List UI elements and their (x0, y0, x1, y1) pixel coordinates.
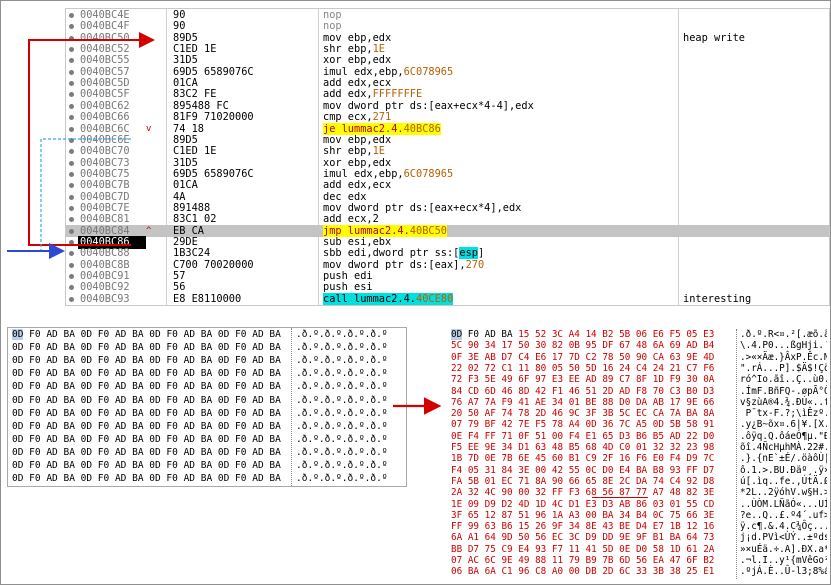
breakpoint-dot-icon[interactable] (69, 47, 74, 53)
dump-ascii: .ð.º.ð.º.ð.º.ð.º (296, 394, 388, 406)
instruction-text: call lummac2.4.40CE80 (323, 292, 454, 305)
breakpoint-dot-icon[interactable] (69, 69, 74, 75)
disasm-row[interactable]: 0040BC93 E8 E8110000 call lummac2.4.40CE80… (66, 292, 829, 305)
breakpoint-dot-icon[interactable] (69, 81, 74, 87)
breakpoint-dot-icon[interactable] (69, 103, 74, 109)
breakpoint-dot-icon[interactable] (69, 58, 74, 64)
breakpoint-dot-icon[interactable] (69, 92, 74, 98)
breakpoint-dot-icon[interactable] (69, 274, 74, 280)
dump-row[interactable]: 0D F0 AD BA 0D F0 AD BA 0D F0 AD BA 0D F… (8, 328, 406, 341)
dump-hex-bytes: 0D F0 AD BA 0D F0 AD BA 0D F0 AD BA 0D F… (12, 394, 281, 406)
dump-row[interactable]: 0D F0 AD BA 0D F0 AD BA 0D F0 AD BA 0D F… (8, 394, 406, 407)
highlight-underline (592, 497, 648, 498)
dump-ascii: .ð.º.ð.º.ð.º.ð.º (296, 473, 388, 485)
breakpoint-dot-icon[interactable] (69, 126, 74, 132)
dump-ascii: .ð.º.ð.º.ð.º.ð.º (296, 342, 388, 354)
dump-ascii: .ð.º.ð.º.ð.º.ð.º (296, 368, 388, 380)
dump-row[interactable]: 0D F0 AD BA 0D F0 AD BA 0D F0 AD BA 0D F… (8, 380, 406, 393)
breakpoint-dot-icon[interactable] (69, 217, 74, 223)
dump-hex-bytes: 0D F0 AD BA 0D F0 AD BA 0D F0 AD BA 0D F… (12, 355, 281, 367)
instruction-bytes: E8 E8110000 (173, 292, 242, 305)
breakpoint-dot-icon[interactable] (69, 194, 74, 200)
dump-row[interactable]: 0D F0 AD BA 0D F0 AD BA 0D F0 AD BA 0D F… (8, 420, 406, 433)
disassembly-view[interactable]: 0040BC4E 90 nop 0040BC4F 90 nop 0040BC50 89D5 mo… (65, 8, 830, 306)
breakpoint-dot-icon[interactable] (69, 285, 74, 291)
instruction-address: 0040BC93 (80, 292, 130, 305)
dump-ascii: .ºjÁ.È..Û-l3;8%á (740, 566, 827, 578)
breakpoint-dot-icon[interactable] (69, 296, 74, 302)
dump-hex-bytes: 0D F0 AD BA 0D F0 AD BA 0D F0 AD BA 0D F… (12, 433, 281, 445)
breakpoint-dot-icon[interactable] (69, 228, 74, 234)
dump-hex-bytes: 0D F0 AD BA 0D F0 AD BA 0D F0 AD BA 0D F… (12, 381, 281, 393)
dump-row[interactable]: 0D F0 AD BA 0D F0 AD BA 0D F0 AD BA 0D F… (8, 472, 406, 485)
dump-ascii: .ð.º.ð.º.ð.º.ð.º (296, 446, 388, 458)
memory-dump-before[interactable]: 0D F0 AD BA 0D F0 AD BA 0D F0 AD BA 0D F… (7, 327, 407, 487)
dump-ascii: .ð.º.ð.º.ð.º.ð.º (296, 355, 388, 367)
dump-hex-bytes: 0D F0 AD BA 0D F0 AD BA 0D F0 AD BA 0D F… (12, 368, 281, 380)
dump-hex-bytes: 0D F0 AD BA 0D F0 AD BA 0D F0 AD BA 0D F… (12, 342, 281, 354)
dump-hex-bytes: 0D F0 AD BA 0D F0 AD BA 0D F0 AD BA 0D F… (12, 460, 281, 471)
dump-ascii: .ð.º.ð.º.ð.º.ð.º (296, 407, 388, 419)
breakpoint-dot-icon[interactable] (69, 205, 74, 211)
breakpoint-dot-icon[interactable] (69, 149, 74, 155)
dump-row[interactable]: 0D F0 AD BA 0D F0 AD BA 0D F0 AD BA 0D F… (8, 354, 406, 367)
instruction-comment: interesting (683, 292, 752, 305)
dump-ascii: .ð.º.ð.º.ð.º.ð.º (296, 381, 388, 393)
dump-ascii: .ð.º.ð.º.ð.º.ð.º (296, 433, 388, 445)
dump-hex-bytes: 0D F0 AD BA 0D F0 AD BA 0D F0 AD BA 0D F… (12, 446, 281, 458)
dump-hex-bytes: 06 BA 6A C1 96 C8 A0 00 DB 2D 6C 33 3B 3… (451, 566, 715, 578)
breakpoint-dot-icon[interactable] (69, 115, 74, 121)
screenshot-frame: 0040BC4E 90 nop 0040BC4F 90 nop 0040BC50 89D5 mo… (0, 0, 831, 585)
breakpoint-dot-icon[interactable] (69, 262, 74, 268)
dump-row[interactable]: 0D F0 AD BA 0D F0 AD BA 0D F0 AD BA 0D F… (8, 407, 406, 420)
breakpoint-dot-icon[interactable] (69, 240, 74, 245)
dump-ascii: .ð.º.ð.º.ð.º.ð.º (296, 460, 388, 471)
dump-ascii: .ð.º.ð.º.ð.º.ð.º (296, 420, 388, 432)
breakpoint-dot-icon[interactable] (69, 137, 74, 143)
breakpoint-dot-icon[interactable] (69, 183, 74, 189)
memory-dump-after[interactable]: 0D F0 AD BA 15 52 3C A4 14 B2 5B 06 E6 F… (449, 329, 827, 579)
dump-row[interactable]: 0D F0 AD BA 0D F0 AD BA 0D F0 AD BA 0D F… (8, 367, 406, 380)
dump-hex-bytes: 0D F0 AD BA 0D F0 AD BA 0D F0 AD BA 0D F… (12, 473, 281, 485)
dump-hex-bytes: 0D F0 AD BA 0D F0 AD BA 0D F0 AD BA 0D F… (12, 420, 281, 432)
breakpoint-dot-icon[interactable] (69, 24, 74, 30)
dump-row[interactable]: 0D F0 AD BA 0D F0 AD BA 0D F0 AD BA 0D F… (8, 446, 406, 459)
dump-ascii: .ð.º.ð.º.ð.º.ð.º (296, 329, 388, 340)
breakpoint-dot-icon[interactable] (69, 35, 74, 41)
dump-hex-bytes: 0D F0 AD BA 0D F0 AD BA 0D F0 AD BA 0D F… (12, 329, 281, 340)
dump-row[interactable]: 0D F0 AD BA 0D F0 AD BA 0D F0 AD BA 0D F… (8, 459, 406, 472)
dump-hex-bytes: 0D F0 AD BA 0D F0 AD BA 0D F0 AD BA 0D F… (12, 407, 281, 419)
dump-row[interactable]: 06 BA 6A C1 96 C8 A0 00 DB 2D 6C 33 3B 3… (449, 566, 827, 579)
breakpoint-dot-icon[interactable] (69, 160, 74, 166)
dump-row[interactable]: 0D F0 AD BA 0D F0 AD BA 0D F0 AD BA 0D F… (8, 341, 406, 354)
breakpoint-dot-icon[interactable] (69, 13, 74, 18)
breakpoint-dot-icon[interactable] (69, 251, 74, 257)
breakpoint-dot-icon[interactable] (69, 171, 74, 177)
dump-row[interactable]: 0D F0 AD BA 0D F0 AD BA 0D F0 AD BA 0D F… (8, 433, 406, 446)
